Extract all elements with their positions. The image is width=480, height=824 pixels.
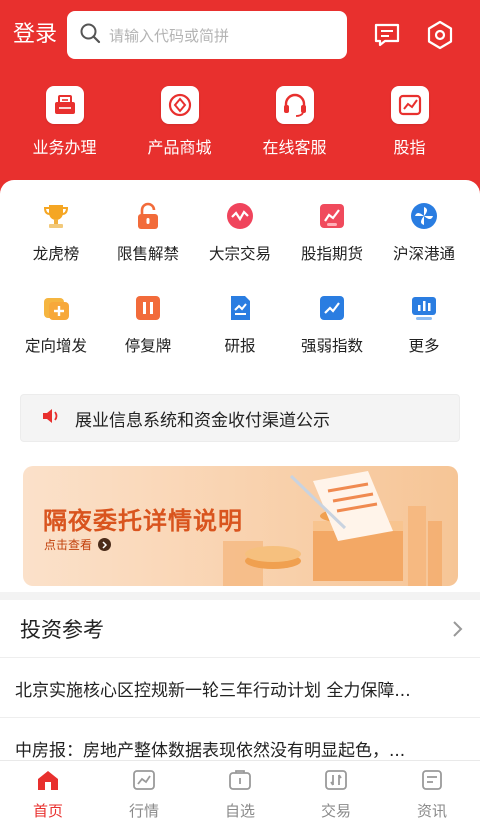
top-nav-label: 业务办理	[32, 138, 97, 157]
tab-news[interactable]: 资讯	[384, 761, 480, 824]
speaker-icon	[41, 407, 61, 429]
grid-item-lockup-release[interactable]: 限售解禁	[102, 200, 194, 264]
top-nav-label: 股指	[393, 138, 426, 157]
function-grid-row-2: 定向增发 停复牌 研报 强弱指数 更多	[0, 292, 480, 356]
tab-watchlist[interactable]: 自选	[192, 761, 288, 824]
chart-icon	[132, 769, 156, 795]
search-icon	[79, 22, 101, 48]
grid-item-label: 龙虎榜	[32, 245, 80, 263]
grid-item-dragon-tiger[interactable]: 龙虎榜	[10, 200, 102, 264]
trophy-icon	[40, 200, 72, 232]
grid-item-research-report[interactable]: 研报	[194, 292, 286, 356]
grid-item-label: 定向增发	[24, 337, 87, 355]
home-icon	[36, 769, 60, 795]
tab-label: 资讯	[416, 802, 447, 820]
header-bar: 登录 请输入代码或简拼 业务办理 产品商城 在线客服 股指	[0, 0, 480, 200]
chevron-right-icon	[452, 620, 464, 642]
tab-label: 首页	[32, 802, 63, 820]
unlock-icon	[132, 200, 164, 232]
grid-item-label: 停复牌	[124, 337, 172, 355]
top-nav-index[interactable]: 股指	[352, 86, 467, 160]
stock-index-icon	[390, 86, 429, 124]
strength-index-icon	[316, 292, 348, 324]
grid-item-label: 大宗交易	[208, 245, 271, 263]
tab-trade[interactable]: 交易	[288, 761, 384, 824]
top-nav: 业务办理 产品商城 在线客服 股指	[0, 86, 480, 160]
grid-item-label: 更多	[408, 337, 440, 355]
tab-label: 自选	[224, 802, 255, 820]
grid-item-index-futures[interactable]: 股指期货	[286, 200, 378, 264]
search-placeholder: 请输入代码或简拼	[109, 26, 230, 45]
top-nav-service[interactable]: 在线客服	[237, 86, 352, 160]
function-grid-row-1: 龙虎榜 限售解禁 大宗交易 股指期货 沪深港通	[0, 200, 480, 264]
watchlist-icon	[228, 769, 252, 795]
tab-label: 交易	[320, 802, 351, 820]
trade-icon	[324, 769, 348, 795]
grid-item-suspension[interactable]: 停复牌	[102, 292, 194, 356]
grid-item-connect[interactable]: 沪深港通	[378, 200, 470, 264]
grid-item-private-placement[interactable]: 定向增发	[10, 292, 102, 356]
tab-label: 行情	[128, 802, 159, 820]
grid-item-label: 沪深港通	[392, 245, 455, 263]
top-nav-label: 产品商城	[147, 138, 212, 157]
section-divider	[0, 592, 480, 600]
more-icon	[408, 292, 440, 324]
suspension-icon	[132, 292, 164, 324]
tab-home[interactable]: 首页	[0, 761, 96, 824]
grid-item-label: 限售解禁	[116, 245, 179, 263]
promo-banner[interactable]: 隔夜委托详情说明 点击查看	[23, 466, 458, 586]
search-input[interactable]: 请输入代码或简拼	[67, 11, 347, 59]
login-button[interactable]: 登录	[13, 20, 57, 50]
banner-subtitle: 点击查看	[44, 538, 93, 552]
grid-item-label: 强弱指数	[300, 337, 363, 355]
notice-bar[interactable]: 展业信息系统和资金收付渠道公示	[20, 394, 460, 442]
report-icon	[224, 292, 256, 324]
grid-item-label: 研报	[224, 337, 256, 355]
message-icon[interactable]	[370, 18, 404, 52]
news-item[interactable]: 北京实施核心区控规新一轮三年行动计划 全力保障...	[15, 676, 465, 701]
news-item[interactable]: 中房报：房地产整体数据表现依然没有明显起色，...	[15, 736, 465, 761]
pinwheel-icon	[408, 200, 440, 232]
banner-view-link[interactable]: 点击查看	[44, 536, 112, 553]
grid-item-more[interactable]: 更多	[378, 292, 470, 356]
tab-market[interactable]: 行情	[96, 761, 192, 824]
top-nav-label: 在线客服	[262, 138, 327, 157]
notice-text: 展业信息系统和资金收付渠道公示	[75, 410, 330, 431]
investment-reference-header[interactable]: 投资参考	[0, 600, 480, 658]
bottom-tab-bar: 首页 行情 自选 交易 资讯	[0, 760, 480, 824]
grid-item-block-trade[interactable]: 大宗交易	[194, 200, 286, 264]
block-trade-icon	[224, 200, 256, 232]
grid-item-label: 股指期货	[300, 245, 363, 263]
grid-item-strength-index[interactable]: 强弱指数	[286, 292, 378, 356]
top-nav-products[interactable]: 产品商城	[122, 86, 237, 160]
banner-title: 隔夜委托详情说明	[43, 507, 243, 535]
headset-icon	[275, 86, 314, 124]
news-icon	[420, 769, 444, 795]
divider	[0, 717, 480, 718]
index-futures-icon	[316, 200, 348, 232]
private-placement-icon	[40, 292, 72, 324]
top-nav-business[interactable]: 业务办理	[7, 86, 122, 160]
product-store-icon	[160, 86, 199, 124]
settings-icon[interactable]	[423, 18, 457, 52]
chevron-right-icon	[98, 538, 112, 551]
briefcase-icon	[45, 86, 84, 124]
section-title: 投资参考	[20, 617, 104, 642]
